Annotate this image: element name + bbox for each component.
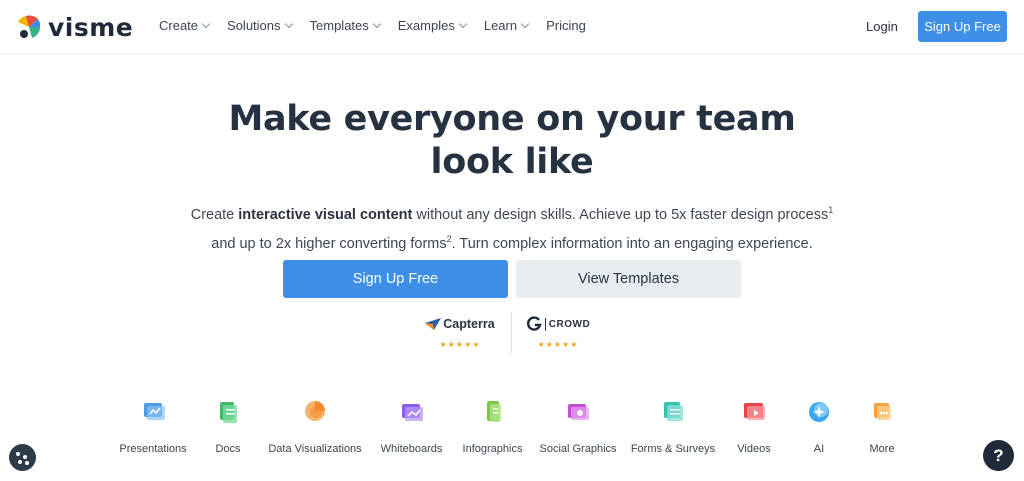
feature-data-visualizations[interactable]: Data Visualizations	[268, 398, 362, 455]
feature-videos[interactable]: Videos	[737, 398, 771, 455]
data-visualizations-icon	[301, 398, 329, 426]
hero-sub-bold: interactive visual content	[238, 206, 413, 223]
visme-logo[interactable]: visme	[16, 12, 133, 42]
feature-forms-surveys[interactable]: Forms & Surveys	[630, 398, 716, 455]
menu-examples-label: Examples	[397, 18, 455, 33]
menu-pricing-label: Pricing	[546, 18, 586, 33]
signup-button-header[interactable]: Sign Up Free	[918, 11, 1007, 42]
g2-crowd-separator	[544, 317, 546, 331]
feature-docs[interactable]: Docs	[214, 398, 242, 455]
videos-icon	[740, 398, 768, 426]
menu-learn-label: Learn	[483, 18, 518, 33]
chevron-down-icon	[284, 19, 293, 28]
hero-sub-text: Create	[190, 206, 239, 223]
capterra-rating[interactable]: Capterra ★★★★★	[425, 315, 495, 349]
capterra-logo: Capterra	[425, 315, 495, 333]
feature-label: Videos	[737, 443, 771, 455]
feature-more[interactable]: More	[867, 398, 897, 455]
feature-label: Infographics	[462, 443, 523, 455]
g2-icon	[526, 316, 542, 331]
g2-crowd-stars: ★★★★★	[537, 340, 579, 349]
chevron-down-icon	[201, 19, 211, 28]
g2-crowd-logo: CROWD	[523, 315, 593, 333]
feature-presentations[interactable]: Presentations	[119, 398, 187, 455]
feature-whiteboards[interactable]: Whiteboards	[381, 398, 442, 455]
hero-title: Make everyone on your team look like	[0, 98, 1024, 184]
whiteboards-icon	[398, 398, 426, 426]
infographics-icon	[479, 398, 507, 426]
feature-label: Presentations	[119, 443, 187, 455]
brand-name: visme	[48, 12, 134, 42]
hero-title-line2: look like	[430, 142, 594, 182]
docs-icon	[214, 398, 242, 426]
more-icon	[868, 398, 896, 426]
hero-sub-text: . Turn complex information into an engag…	[451, 235, 813, 252]
ratings-divider	[511, 313, 512, 353]
feature-label: Docs	[215, 443, 241, 455]
menu-examples[interactable]: Examples	[397, 18, 468, 33]
feature-label: Social Graphics	[539, 443, 617, 455]
view-templates-button[interactable]: View Templates	[516, 260, 741, 298]
menu-learn[interactable]: Learn	[483, 18, 530, 33]
menu-solutions-label: Solutions	[227, 18, 281, 33]
g2-crowd-rating[interactable]: CROWD ★★★★★	[523, 315, 593, 349]
footnote-1: 1	[828, 205, 834, 215]
menu-create[interactable]: Create	[159, 18, 211, 33]
menu-solutions[interactable]: Solutions	[227, 18, 293, 33]
hero-subtitle: Create interactive visual content withou…	[0, 198, 1024, 256]
feature-label: More	[869, 443, 895, 455]
cookie-settings-icon[interactable]	[9, 444, 36, 471]
chevron-down-icon	[372, 19, 382, 28]
feature-label: Whiteboards	[380, 443, 443, 455]
top-navigation: visme Create Solutions Templates Example…	[0, 0, 1024, 54]
chevron-down-icon	[520, 19, 530, 28]
help-button[interactable]: ?	[983, 440, 1014, 471]
visme-logo-icon	[18, 15, 41, 38]
feature-label: AI	[813, 443, 825, 455]
menu-pricing[interactable]: Pricing	[546, 18, 586, 33]
main-menu: Create Solutions Templates Examples Lear…	[159, 18, 604, 33]
forms-surveys-icon	[659, 398, 687, 426]
feature-infographics[interactable]: Infographics	[463, 398, 522, 455]
g2-crowd-name: CROWD	[548, 318, 591, 330]
capterra-name: Capterra	[443, 317, 495, 331]
menu-templates-label: Templates	[309, 18, 369, 33]
signup-button-hero[interactable]: Sign Up Free	[283, 260, 508, 298]
hero-sub-text: without any design skills. Achieve up to…	[412, 206, 829, 223]
feature-label: Forms & Surveys	[630, 443, 716, 455]
hero-sub-text: and up to 2x higher converting forms	[211, 235, 447, 252]
capterra-stars: ★★★★★	[439, 340, 481, 349]
social-graphics-icon	[564, 398, 592, 426]
feature-ai[interactable]: AI	[805, 398, 833, 455]
ai-sparkle-icon	[805, 398, 833, 426]
menu-create-label: Create	[159, 18, 199, 33]
menu-templates[interactable]: Templates	[309, 18, 382, 33]
hero-title-line1: Make everyone on your team	[228, 99, 796, 139]
capterra-icon	[425, 318, 442, 330]
login-link[interactable]: Login	[866, 19, 898, 34]
chevron-down-icon	[458, 19, 468, 28]
feature-social-graphics[interactable]: Social Graphics	[539, 398, 617, 455]
feature-label: Data Visualizations	[268, 443, 362, 455]
presentations-icon	[139, 398, 167, 426]
